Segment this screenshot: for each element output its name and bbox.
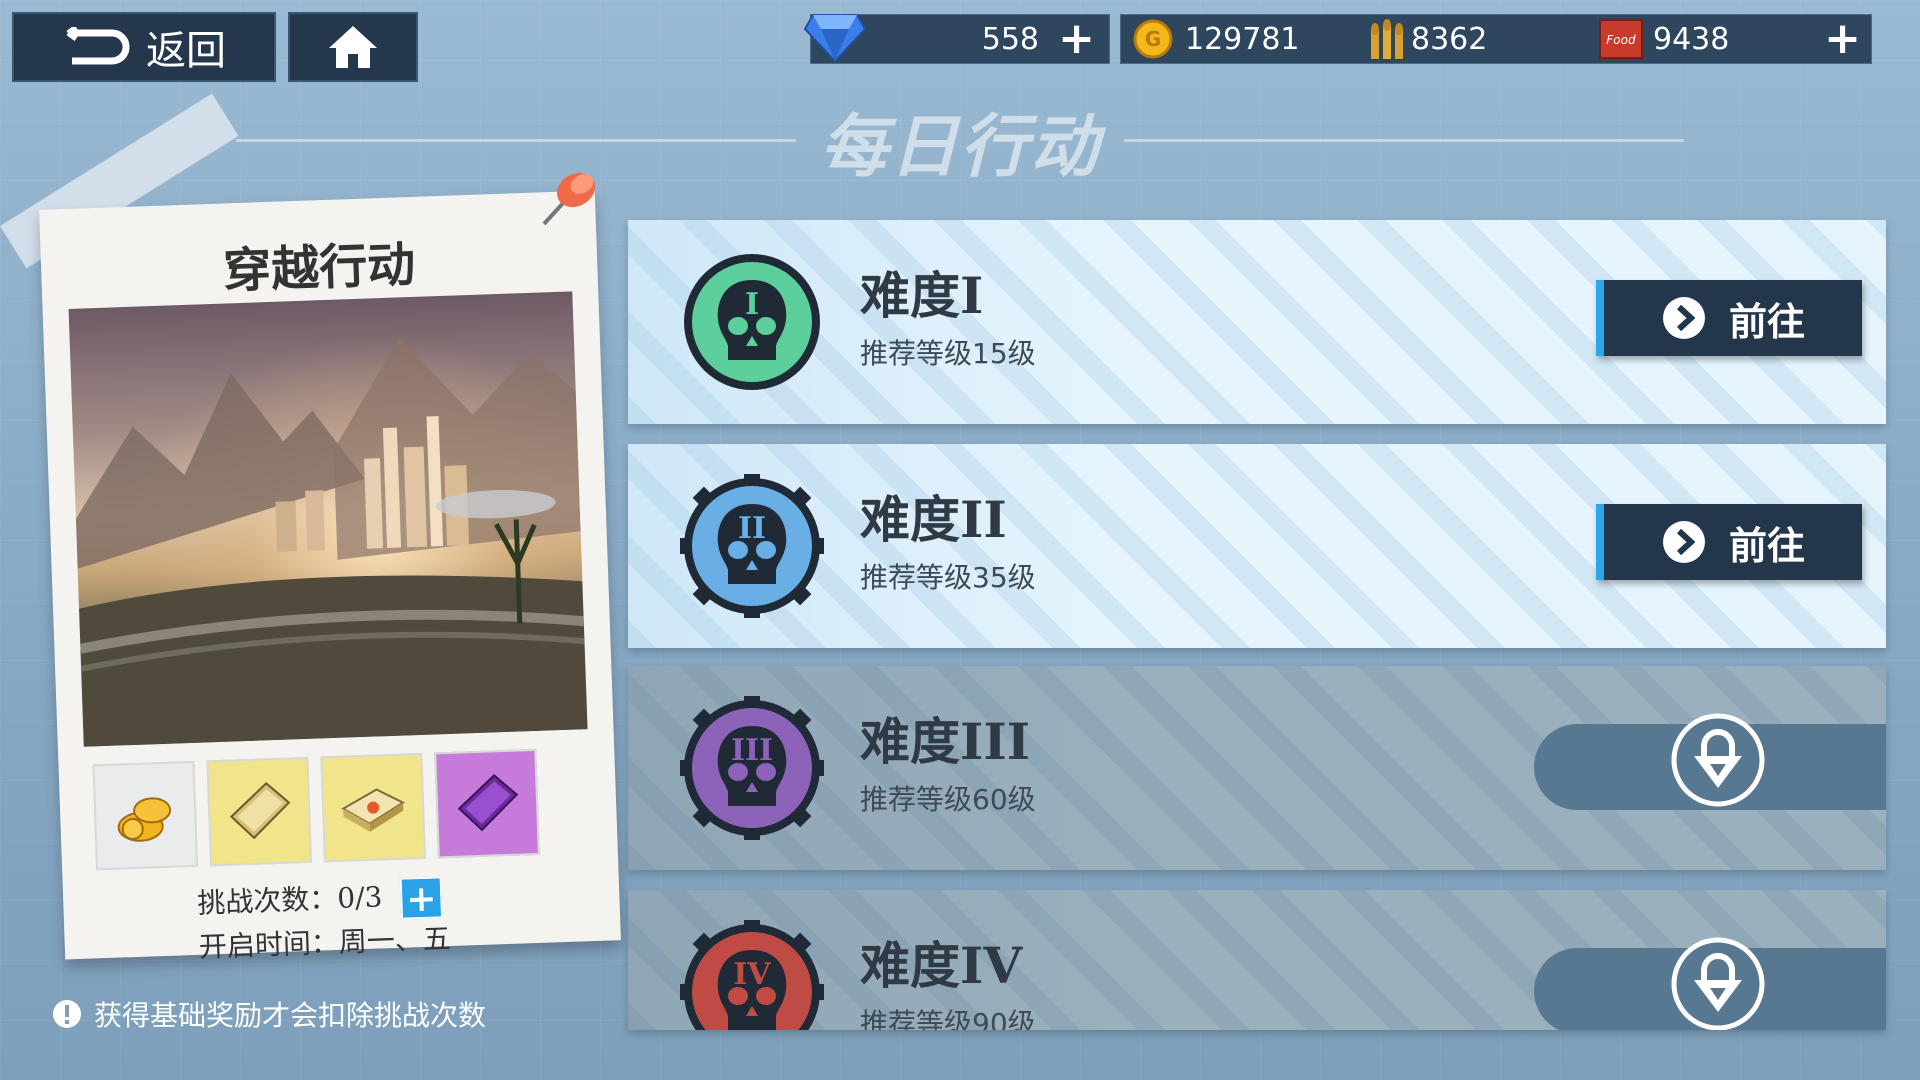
resource-bar: G 129781 8362 Food 9438 + — [1120, 14, 1872, 64]
reward-purple-book[interactable] — [434, 748, 540, 859]
back-button[interactable]: 返回 — [12, 12, 276, 82]
difficulty-name: 难度IV — [860, 936, 1023, 995]
skull-emblem-icon: I — [684, 254, 820, 390]
stage-info: 挑战次数：0/3 + 开启时间：周一、五 — [197, 874, 452, 968]
open-time-label: 开启时间： — [198, 925, 340, 964]
skull-emblem-icon: IV — [680, 920, 824, 1030]
challenge-label: 挑战次数： — [196, 881, 338, 920]
challenge-count: 0/3 — [336, 880, 383, 915]
title-divider-right — [1124, 138, 1684, 142]
skull-emblem-icon: II — [680, 474, 824, 618]
difficulty-name: 难度III — [860, 712, 1031, 771]
page-title-area: 每日行动 — [0, 100, 1920, 187]
go-button[interactable]: 前往 — [1596, 504, 1862, 580]
go-button-label: 前往 — [1728, 298, 1805, 344]
add-challenge-button[interactable]: + — [399, 875, 444, 920]
home-button[interactable] — [288, 12, 418, 82]
arrow-right-circle-icon — [1662, 297, 1705, 339]
open-days: 周一、五 — [338, 921, 452, 959]
food-count: 9438 — [1653, 21, 1730, 57]
difficulty-name: 难度I — [860, 266, 984, 325]
difficulty-numeral: IV — [733, 957, 771, 992]
back-label: 返回 — [146, 28, 226, 74]
difficulty-row[interactable]: IV 难度IV 推荐等级90级 — [628, 890, 1886, 1030]
gold-coin-icon: G — [1133, 19, 1173, 59]
pushpin-icon — [542, 172, 596, 226]
difficulty-numeral: II — [738, 511, 766, 546]
lock-icon — [1671, 713, 1765, 807]
diamond-icon — [803, 14, 867, 63]
back-arrow-icon — [66, 27, 130, 65]
difficulty-numeral: I — [745, 287, 759, 322]
go-button-label: 前往 — [1728, 522, 1805, 568]
lock-icon — [1671, 937, 1765, 1030]
gold-coins-icon — [117, 797, 172, 842]
notice-text: 获得基础奖励才会扣除挑战次数 — [94, 999, 487, 1032]
difficulty-recommended-level: 推荐等级90级 — [860, 1007, 1036, 1030]
gem-count: 558 — [981, 21, 1039, 57]
yellow-chest-icon — [341, 788, 406, 832]
difficulty-row[interactable]: II 难度II 推荐等级35级 前往 — [628, 444, 1886, 648]
stage-card[interactable]: 穿越行动 挑战次数：0/3 + 开启时间：周一、五 — [39, 190, 621, 963]
page-title: 每日行动 — [819, 107, 1100, 187]
gem-counter: 558 + — [803, 14, 1110, 64]
svg-text:G: G — [1145, 27, 1161, 51]
difficulty-row[interactable]: I 难度I 推荐等级15级 前往 — [628, 220, 1886, 424]
difficulty-recommended-level: 推荐等级60级 — [860, 783, 1036, 816]
title-divider-left — [235, 138, 796, 142]
info-icon — [53, 1000, 81, 1028]
gold-book-icon — [229, 782, 291, 840]
reward-yellow-chest[interactable] — [320, 752, 426, 863]
difficulty-row[interactable]: III 难度III 推荐等级60级 — [628, 666, 1886, 870]
arrow-right-circle-icon — [1662, 521, 1705, 563]
difficulty-numeral: III — [731, 733, 773, 768]
notice: 获得基础奖励才会扣除挑战次数 — [52, 994, 486, 1034]
reward-gold-coins[interactable] — [92, 760, 199, 871]
home-icon — [329, 26, 377, 68]
reward-gold-book[interactable] — [206, 756, 313, 867]
ammo-icon — [1371, 19, 1403, 59]
add-resource-button[interactable]: + — [1824, 17, 1861, 61]
gold-count: 129781 — [1185, 21, 1300, 57]
skull-emblem-icon: III — [680, 696, 824, 840]
ammo-count: 8362 — [1411, 21, 1488, 57]
city-landscape-illustration — [75, 337, 588, 747]
add-gems-button[interactable]: + — [1058, 17, 1095, 61]
difficulty-recommended-level: 推荐等级15级 — [860, 337, 1036, 370]
stage-image — [68, 291, 588, 747]
purple-book-icon — [457, 774, 519, 832]
difficulty-recommended-level: 推荐等级35级 — [860, 561, 1036, 594]
difficulty-name: 难度II — [860, 490, 1007, 549]
food-icon: Food — [1599, 19, 1643, 59]
go-button[interactable]: 前往 — [1596, 280, 1862, 356]
